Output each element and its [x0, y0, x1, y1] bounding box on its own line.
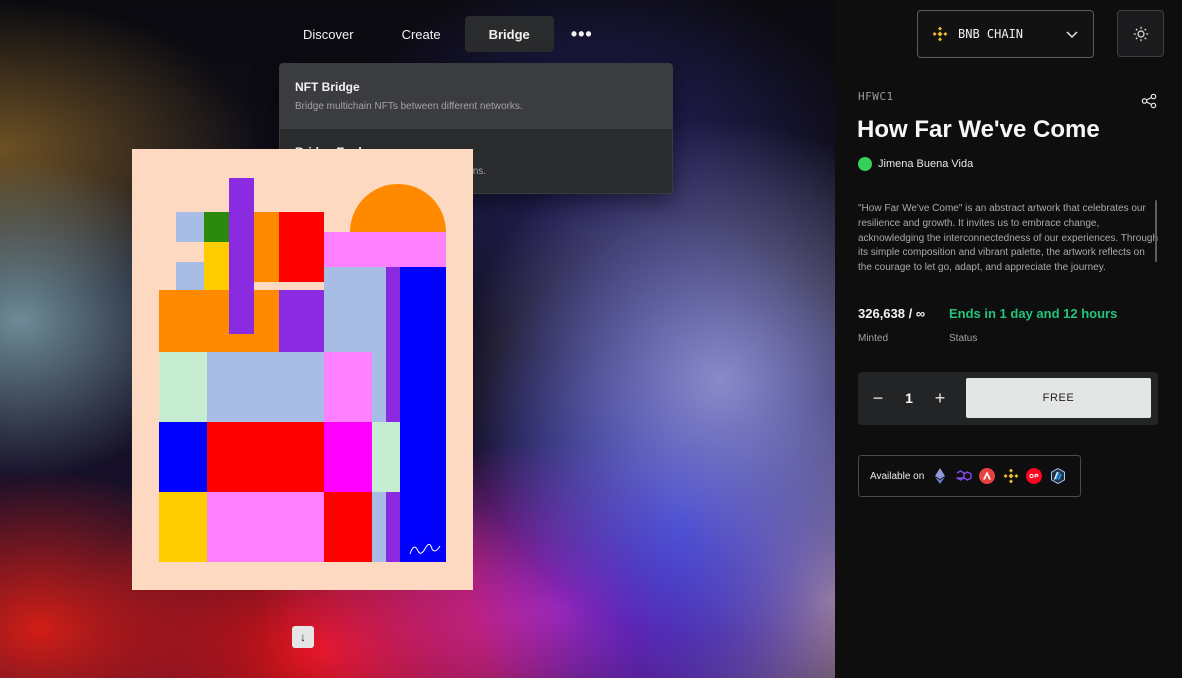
nft-detail-panel: BNB CHAIN HFWC1 How Far We've Come Jimen… [835, 0, 1182, 678]
nav-create[interactable]: Create [378, 16, 465, 52]
optimism-icon[interactable] [1026, 468, 1043, 484]
arbitrum-icon[interactable] [1050, 468, 1066, 484]
menu-item-title: NFT Bridge [295, 80, 360, 94]
quantity-value: 1 [905, 390, 913, 406]
available-on-label: Available on [870, 470, 925, 482]
increase-quantity-button[interactable]: + [929, 387, 951, 409]
avatar [858, 157, 872, 171]
menu-item-description: Bridge multichain NFTs between different… [295, 101, 523, 112]
more-menu-icon[interactable]: ••• [554, 16, 610, 52]
status-label: Status [949, 333, 978, 344]
description-scroll-area[interactable]: "How Far We've Come" is an abstract artw… [858, 202, 1158, 276]
minted-label: Minted [858, 333, 889, 344]
minted-count: 326,638 / ∞ [858, 306, 926, 321]
mint-controls: − 1 + FREE [858, 372, 1158, 425]
nav-bridge[interactable]: Bridge [464, 16, 554, 52]
polygon-icon[interactable] [956, 468, 972, 484]
share-icon[interactable] [1141, 93, 1157, 109]
chevron-down-icon [1066, 31, 1078, 39]
nft-artwork-image [132, 149, 473, 590]
chain-label: BNB CHAIN [958, 27, 1024, 41]
artwork-stage: Discover Create Bridge ••• NFT Bridge Br… [0, 0, 835, 678]
decrease-quantity-button[interactable]: − [867, 387, 889, 409]
nft-title: How Far We've Come [857, 116, 1100, 143]
nft-description: "How Far We've Come" is an abstract artw… [858, 203, 1158, 274]
bnb-icon[interactable] [1003, 468, 1019, 484]
avalanche-icon[interactable] [979, 468, 996, 484]
sun-icon [1133, 26, 1148, 41]
nft-ticker: HFWC1 [858, 90, 894, 103]
status-value: Ends in 1 day and 12 hours [949, 306, 1118, 321]
menu-item-nft-bridge[interactable]: NFT Bridge Bridge multichain NFTs betwee… [280, 64, 672, 129]
ethereum-icon[interactable] [932, 468, 948, 484]
bnb-icon [932, 26, 948, 42]
nav-discover[interactable]: Discover [279, 16, 378, 52]
status-stat: Ends in 1 day and 12 hours Status [949, 306, 1117, 344]
top-navigation: Discover Create Bridge ••• [279, 16, 610, 52]
description-scrollbar[interactable] [1155, 200, 1157, 262]
minted-stat: 326,638 / ∞ Minted [858, 306, 925, 344]
available-networks: Available on [858, 455, 1081, 497]
author-name: Jimena Buena Vida [878, 158, 974, 170]
scroll-down-arrow-icon[interactable]: ↓ [292, 626, 314, 648]
author-link[interactable]: Jimena Buena Vida [858, 157, 973, 171]
chain-selector-dropdown[interactable]: BNB CHAIN [917, 10, 1094, 58]
theme-toggle-button[interactable] [1117, 10, 1164, 57]
mint-free-button[interactable]: FREE [966, 378, 1151, 418]
